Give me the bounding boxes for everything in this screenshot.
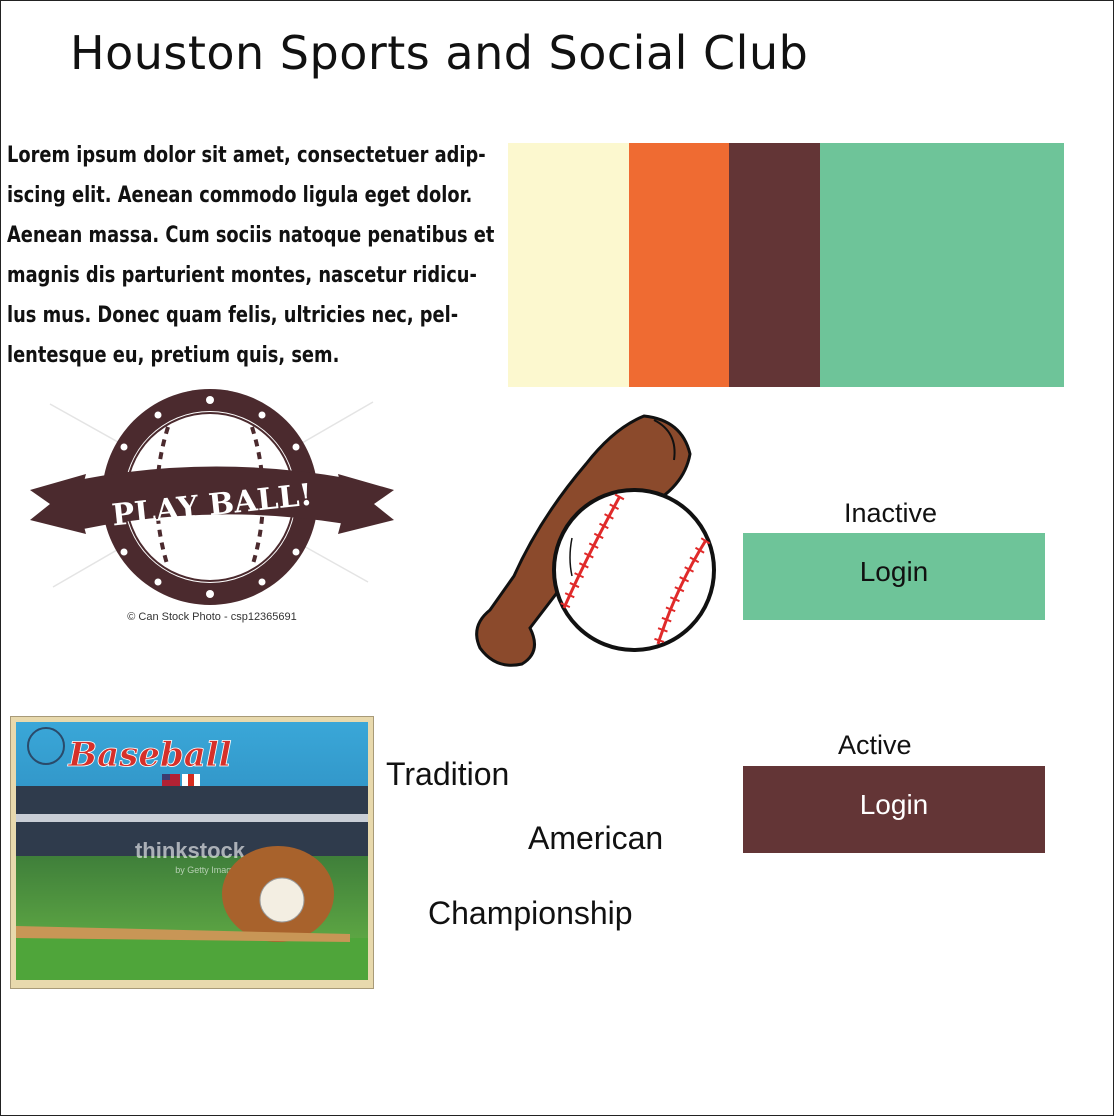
intro-paragraph: Lorem ipsum dolor sit amet, consectetuer… xyxy=(7,136,511,376)
login-button-label: Login xyxy=(859,555,929,587)
intro-line: magnis dis parturient montes, nascetur r… xyxy=(7,263,477,288)
color-palette xyxy=(508,143,1064,387)
login-button-active[interactable]: Login xyxy=(743,766,1045,853)
page-title: Houston Sports and Social Club xyxy=(70,26,809,80)
palette-swatch-orange xyxy=(629,143,729,387)
word-tradition: Tradition xyxy=(386,756,510,792)
intro-line: iscing elit. Aenean commodo ligula eget … xyxy=(7,183,473,208)
palette-swatch-cream xyxy=(508,143,629,387)
intro-line: lus mus. Donec quam felis, ultricies nec… xyxy=(7,303,459,328)
baseball-postcard-image: Baseball thinkstock by Getty Images xyxy=(10,716,374,989)
active-state-label: Active xyxy=(838,730,912,760)
word-championship: Championship xyxy=(428,895,633,931)
play-ball-emblem-image: PLAY BALL! © Can Stock Photo - csp123656… xyxy=(30,389,394,623)
login-button-label: Login xyxy=(859,788,929,820)
intro-line: Lorem ipsum dolor sit amet, consectetuer… xyxy=(7,143,486,168)
postcard-watermark: thinkstock xyxy=(135,838,246,863)
image-credit-text: © Can Stock Photo - csp12365691 xyxy=(127,611,297,623)
intro-line: Aenean massa. Cum sociis natoque penatib… xyxy=(7,223,495,248)
intro-line: lentesque eu, pretium quis, sem. xyxy=(7,343,340,368)
word-american: American xyxy=(528,820,664,856)
palette-swatch-maroon xyxy=(729,143,820,387)
palette-swatch-green xyxy=(820,143,1064,387)
bat-and-ball-image xyxy=(475,414,716,667)
postcard-headline: Baseball xyxy=(67,735,231,775)
inactive-state-label: Inactive xyxy=(844,498,938,528)
login-button-inactive[interactable]: Login xyxy=(743,533,1045,620)
